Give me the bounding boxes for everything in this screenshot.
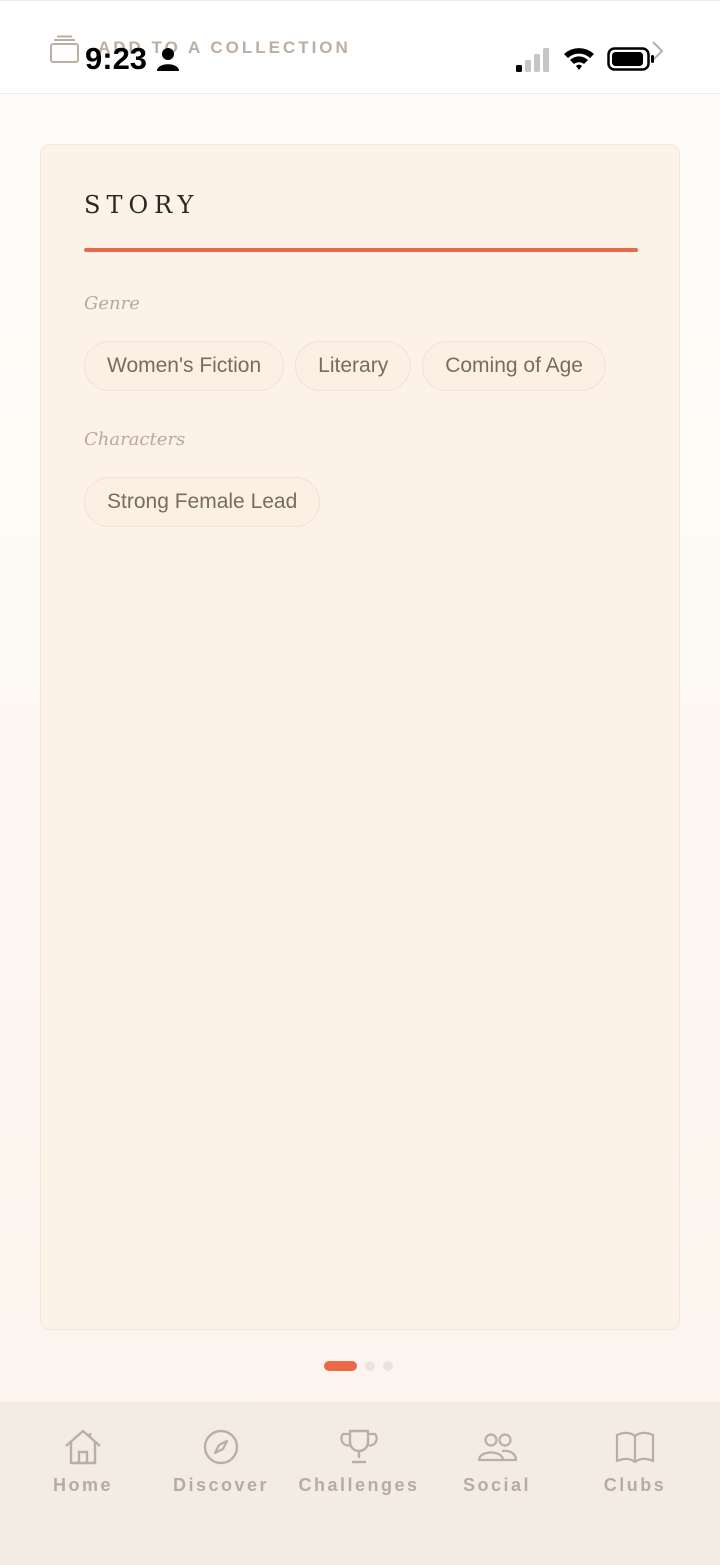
nav-label: Discover [172, 1475, 270, 1495]
page-dot[interactable] [365, 1361, 375, 1371]
compass-icon [203, 1429, 239, 1465]
bottom-nav: Home Discover Challenges Social Clubs [0, 1402, 720, 1565]
nav-label: Challenges [298, 1475, 420, 1495]
genre-chips: Women's Fiction Literary Coming of Age [84, 341, 606, 391]
nav-item-home[interactable]: Home [13, 1402, 153, 1512]
top-bar: ADD TO A COLLECTION 9:23 [0, 0, 720, 94]
people-icon [477, 1433, 518, 1462]
page-dot[interactable] [383, 1361, 393, 1371]
story-card: STORY Genre Women's Fiction Literary Com… [40, 144, 680, 1330]
nav-label: Home [52, 1475, 113, 1495]
nav-item-social[interactable]: Social [427, 1402, 567, 1512]
page-dot-active[interactable] [324, 1361, 357, 1371]
genre-chip[interactable]: Women's Fiction [84, 341, 285, 391]
character-chip[interactable]: Strong Female Lead [84, 477, 321, 527]
collection-icon[interactable] [50, 35, 80, 65]
status-time: 9:23 [85, 41, 148, 76]
nav-item-challenges[interactable]: Challenges [289, 1402, 429, 1512]
title-underline [84, 248, 638, 252]
cellular-signal-icon [516, 48, 549, 72]
nav-label: Social [462, 1475, 532, 1495]
page-indicator [324, 1361, 393, 1371]
genre-label: Genre [84, 293, 140, 314]
battery-icon [607, 47, 654, 71]
trophy-icon [340, 1429, 378, 1464]
characters-chips: Strong Female Lead [84, 477, 321, 527]
nav-label: Clubs [603, 1475, 667, 1495]
card-title: STORY [84, 191, 200, 219]
wifi-icon [564, 48, 594, 70]
person-icon [157, 48, 179, 71]
nav-item-discover[interactable]: Discover [151, 1402, 291, 1512]
genre-chip[interactable]: Literary [295, 341, 412, 391]
nav-item-clubs[interactable]: Clubs [565, 1402, 705, 1512]
book-icon [615, 1431, 655, 1464]
characters-label: Characters [84, 429, 186, 450]
genre-chip[interactable]: Coming of Age [422, 341, 606, 391]
home-icon [65, 1429, 101, 1465]
